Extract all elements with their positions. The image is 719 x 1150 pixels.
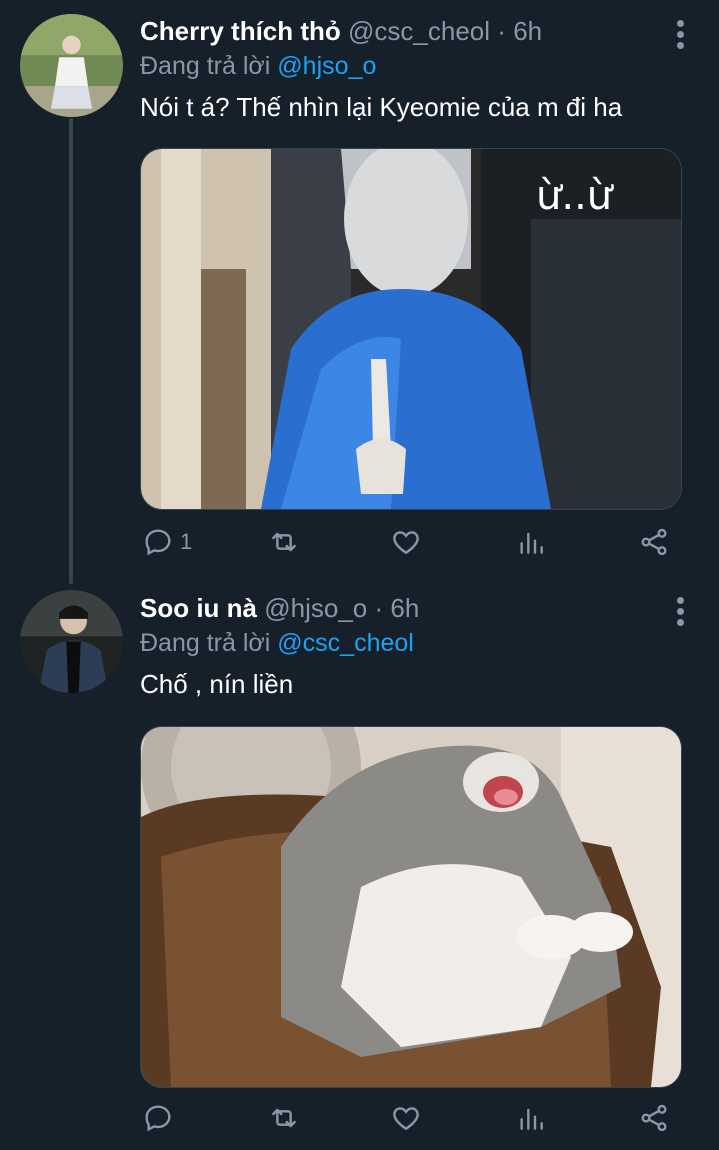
reply-prefix: Đang trả lời <box>140 629 271 657</box>
like-icon <box>393 1107 419 1131</box>
share-icon <box>641 528 667 556</box>
share-icon <box>641 1104 667 1132</box>
retweet-button[interactable] <box>268 1098 300 1138</box>
share-button[interactable] <box>638 1098 670 1138</box>
reply-icon <box>145 529 171 556</box>
action-bar <box>140 1098 680 1138</box>
avatar[interactable] <box>20 14 123 117</box>
retweet-button[interactable] <box>268 522 300 562</box>
action-bar: 1 <box>140 522 680 562</box>
timestamp[interactable]: 6h <box>390 593 419 623</box>
analytics-icon <box>520 532 543 554</box>
display-name[interactable]: Soo iu nà <box>140 593 257 623</box>
like-button[interactable] <box>390 1098 422 1138</box>
analytics-button[interactable] <box>515 522 547 562</box>
timestamp[interactable]: 6h <box>513 16 542 46</box>
share-button[interactable] <box>638 522 670 562</box>
analytics-icon <box>520 1108 543 1130</box>
display-name[interactable]: Cherry thích thỏ <box>140 16 341 46</box>
separator-dot: · <box>497 16 506 46</box>
reply-icon <box>145 1105 171 1132</box>
tweet-text: Chố , nín liền <box>140 669 294 699</box>
reply-button[interactable] <box>142 1098 174 1138</box>
reply-count: 1 <box>180 529 193 554</box>
thread-connector-line <box>69 118 73 584</box>
separator-dot: · <box>374 593 384 623</box>
reply-mention[interactable]: @hjso_o <box>277 52 376 80</box>
handle[interactable]: @csc_cheol <box>348 16 490 46</box>
tweet-media-image[interactable]: ừ..ừ <box>140 148 682 510</box>
like-icon <box>393 531 419 555</box>
analytics-button[interactable] <box>515 1098 547 1138</box>
reply-button[interactable]: 1 <box>142 522 192 562</box>
tweet-media-image[interactable] <box>140 726 682 1088</box>
avatar[interactable] <box>20 590 123 693</box>
reply-prefix: Đang trả lời <box>140 52 271 80</box>
retweet-icon <box>272 532 296 552</box>
tweet-text: Nói t á? Thế nhìn lại Kyeomie của m đi h… <box>140 92 623 122</box>
like-button[interactable] <box>390 522 422 562</box>
reply-mention[interactable]: @csc_cheol <box>277 629 414 657</box>
handle[interactable]: @hjso_o <box>264 593 367 623</box>
retweet-icon <box>272 1108 296 1128</box>
media-caption: ừ..ừ <box>536 173 615 219</box>
